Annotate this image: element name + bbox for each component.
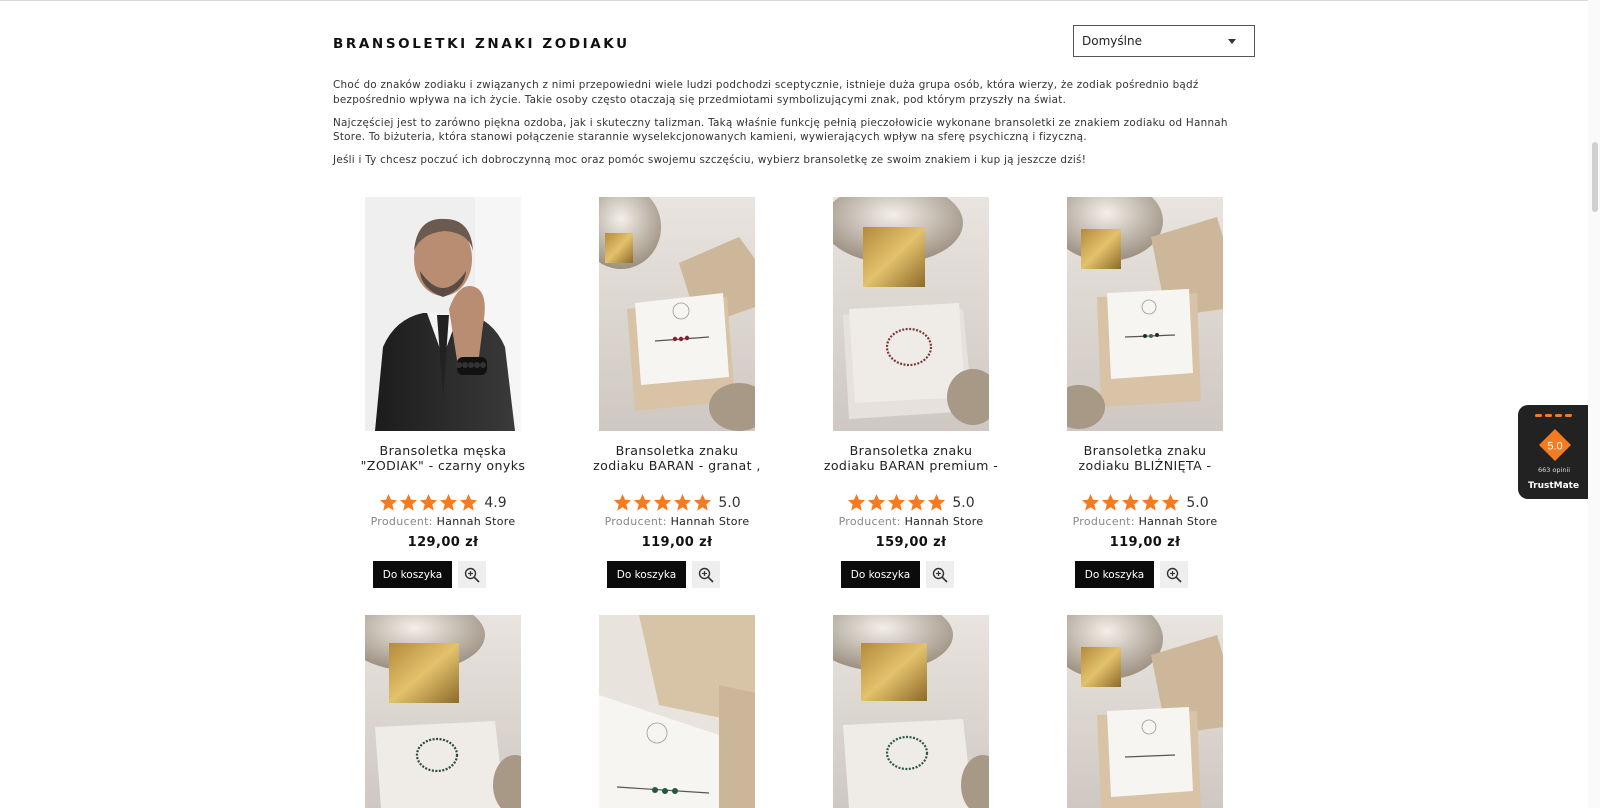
description-paragraph: Jeśli i Ty chcesz poczuć ich dobroczynną… xyxy=(333,154,1087,166)
star-icon xyxy=(674,493,692,511)
product-image[interactable] xyxy=(833,197,989,431)
product-image[interactable] xyxy=(365,197,521,431)
sort-select[interactable]: Domyślne xyxy=(1073,25,1255,57)
quick-view-button[interactable] xyxy=(458,561,486,588)
caret-down-icon xyxy=(1228,39,1236,44)
zoom-in-icon xyxy=(464,567,480,583)
trustmate-logo: TrustMate xyxy=(1528,481,1580,491)
star-icon xyxy=(460,493,478,511)
product-price: 119,00 zł xyxy=(1109,535,1181,550)
product-price: 129,00 zł xyxy=(407,535,479,550)
rating-dashes xyxy=(1535,414,1572,417)
quick-view-button[interactable] xyxy=(926,561,954,588)
rating-score: 5.0 xyxy=(952,494,975,511)
zoom-in-icon xyxy=(1166,567,1182,583)
description-paragraph: Choć do znaków zodiaku i związanych z ni… xyxy=(333,79,1199,106)
product-image[interactable] xyxy=(1067,197,1223,431)
scrollbar[interactable] xyxy=(1588,0,1600,808)
page-title: BRANSOLETKI ZNAKI ZODIAKU xyxy=(333,36,630,52)
zoom-in-icon xyxy=(698,567,714,583)
star-icon xyxy=(1122,493,1140,511)
product-image[interactable] xyxy=(365,615,521,808)
product-producer: Producent: Hannah Store xyxy=(370,515,516,528)
star-icon xyxy=(908,493,926,511)
product-name[interactable]: Bransoletka znaku zodiaku BARAN premium … xyxy=(801,443,1021,473)
product-name[interactable]: Bransoletka znaku zodiaku BARAN - granat… xyxy=(567,443,787,473)
rating-score: 5.0 xyxy=(1186,494,1209,511)
quick-view-button[interactable] xyxy=(1160,561,1188,588)
star-icon xyxy=(380,493,398,511)
star-icon xyxy=(848,493,866,511)
star-icon xyxy=(928,493,946,511)
product-rating: 5.0 xyxy=(801,493,1021,512)
product-producer: Producent: Hannah Store xyxy=(604,515,750,528)
add-to-cart-button[interactable]: Do koszyka xyxy=(373,561,452,588)
product-price: 159,00 zł xyxy=(875,535,947,550)
add-to-cart-button[interactable]: Do koszyka xyxy=(1075,561,1154,588)
product-image[interactable] xyxy=(599,197,755,431)
category-description: Choć do znaków zodiaku i związanych z ni… xyxy=(333,78,1233,176)
star-icon xyxy=(1102,493,1120,511)
product-price: 119,00 zł xyxy=(641,535,713,550)
score-badge: 5.0 xyxy=(1539,429,1571,461)
product-producer: Producent: Hannah Store xyxy=(1072,515,1218,528)
svg-text:5.0: 5.0 xyxy=(1547,441,1562,453)
review-count: 663 opinii xyxy=(1537,466,1571,474)
product-rating: 5.0 xyxy=(1035,493,1255,512)
star-icon xyxy=(654,493,672,511)
sort-selected-value: Domyślne xyxy=(1082,34,1142,48)
add-to-cart-button[interactable]: Do koszyka xyxy=(607,561,686,588)
star-icon xyxy=(1142,493,1160,511)
star-icon xyxy=(888,493,906,511)
product-image[interactable] xyxy=(1067,615,1223,808)
quick-view-button[interactable] xyxy=(692,561,720,588)
add-to-cart-button[interactable]: Do koszyka xyxy=(841,561,920,588)
product-rating: 5.0 xyxy=(567,493,787,512)
star-icon xyxy=(1082,493,1100,511)
star-icon xyxy=(1162,493,1180,511)
star-icon xyxy=(614,493,632,511)
top-divider xyxy=(0,0,1600,1)
star-icon xyxy=(694,493,712,511)
product-producer: Producent: Hannah Store xyxy=(838,515,984,528)
rating-score: 5.0 xyxy=(718,494,741,511)
product-image[interactable] xyxy=(833,615,989,808)
star-icon xyxy=(420,493,438,511)
product-rating: 4.9 xyxy=(333,493,553,512)
star-icon xyxy=(440,493,458,511)
rating-score: 4.9 xyxy=(484,494,507,511)
star-icon xyxy=(868,493,886,511)
star-icon xyxy=(634,493,652,511)
product-name[interactable]: Bransoletka znaku zodiaku BLIŹNIĘTA - xyxy=(1035,443,1255,473)
product-image[interactable] xyxy=(599,615,755,808)
description-paragraph: Najczęściej jest to zarówno piękna ozdob… xyxy=(333,116,1228,144)
star-icon xyxy=(400,493,418,511)
scrollbar-thumb[interactable] xyxy=(1592,142,1598,212)
zoom-in-icon xyxy=(932,567,948,583)
product-name[interactable]: Bransoletka męska "ZODIAK" - czarny onyk… xyxy=(333,443,553,473)
